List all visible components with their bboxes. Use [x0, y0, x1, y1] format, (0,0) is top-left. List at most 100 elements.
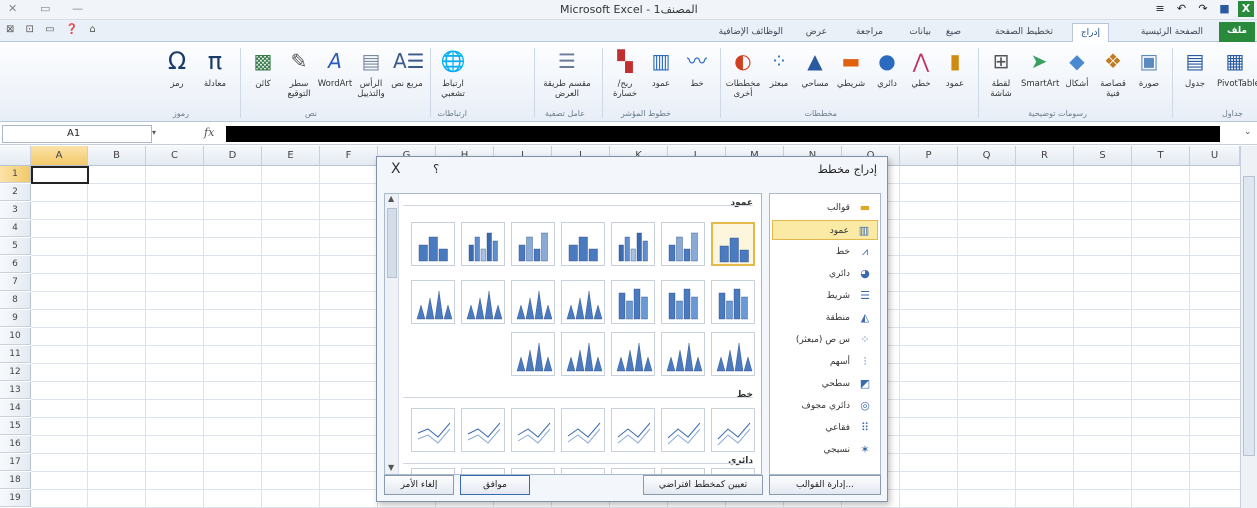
row-header[interactable]: 15 — [0, 418, 31, 435]
pivottable-button[interactable]: ▦ PivotTable — [1217, 46, 1257, 89]
scroll-thumb[interactable] — [1243, 176, 1255, 456]
chart-type-thumbnail[interactable] — [661, 222, 705, 266]
cancel-button[interactable]: إلغاء الأمر — [384, 475, 454, 495]
restore-window-icon[interactable]: ▭ — [40, 2, 50, 15]
chart-type-thumbnail[interactable] — [661, 408, 705, 452]
chart-category-item[interactable]: أسهم ⫶ — [772, 352, 878, 372]
tab-data[interactable]: بيانات — [901, 23, 939, 42]
scroll-down-icon[interactable]: ▼ — [388, 463, 394, 472]
chart-type-thumbnail[interactable] — [561, 280, 605, 324]
chart-category-item[interactable]: س ص (مبعثر) ⁘ — [772, 330, 878, 350]
chart-type-thumbnail[interactable] — [511, 280, 555, 324]
insert-function-icon[interactable]: fx — [204, 126, 214, 139]
sparkline-line-button[interactable]: 〰 خط — [679, 46, 715, 89]
header-footer-button[interactable]: ▤ الرأس والتذييل — [353, 46, 389, 99]
close-icon[interactable]: X — [391, 161, 401, 177]
tab-formulas[interactable]: صيغ — [938, 23, 969, 42]
column-header[interactable]: U — [1190, 146, 1240, 166]
name-box[interactable]: A1 — [2, 125, 152, 143]
row-header[interactable]: 10 — [0, 328, 31, 345]
chart-category-item[interactable]: شريط ☰ — [772, 286, 878, 306]
tab-insert[interactable]: إدراج — [1071, 23, 1109, 42]
active-cell[interactable] — [31, 166, 89, 184]
chart-type-thumbnail[interactable] — [511, 332, 555, 376]
chart-type-thumbnail[interactable] — [511, 222, 555, 266]
select-all-corner[interactable] — [0, 146, 31, 166]
set-default-chart-button[interactable]: تعيين كمخطط افتراضي — [643, 475, 763, 495]
hyperlink-button[interactable]: 🌐 ارتباط تشعبي — [435, 46, 471, 99]
tab-page-layout[interactable]: تخطيط الصفحة — [987, 23, 1061, 42]
chart-type-thumbnail[interactable] — [461, 408, 505, 452]
clip-art-button[interactable]: ❖ قصاصة فنية — [1095, 46, 1131, 99]
chart-category-item[interactable]: سطحي ◩ — [772, 374, 878, 394]
row-header[interactable]: 14 — [0, 400, 31, 417]
slicer-button[interactable]: ☰ مقسم طريقة العرض — [539, 46, 595, 99]
row-header[interactable]: 13 — [0, 382, 31, 399]
redo-icon[interactable]: ↷ — [1195, 1, 1211, 17]
bar-chart-button[interactable]: ▬ شريطي — [833, 46, 869, 89]
column-header[interactable]: P — [900, 146, 958, 166]
sparkline-column-button[interactable]: ▥ عمود — [643, 46, 679, 89]
row-header[interactable]: 19 — [0, 490, 31, 507]
column-header[interactable]: R — [1016, 146, 1074, 166]
column-header[interactable]: B — [88, 146, 146, 166]
column-chart-button[interactable]: ▮ عمود — [937, 46, 973, 89]
smartart-button[interactable]: ➤ SmartArt — [1021, 46, 1059, 89]
chart-category-item[interactable]: منطقة ◭ — [772, 308, 878, 328]
chart-type-thumbnail[interactable] — [511, 468, 555, 474]
chart-type-thumbnail[interactable] — [411, 280, 455, 324]
chart-category-item[interactable]: نسيجي ✶ — [772, 440, 878, 460]
picture-button[interactable]: ▣ صورة — [1131, 46, 1167, 89]
chart-type-thumbnail[interactable] — [411, 408, 455, 452]
object-button[interactable]: ▩ كائن — [245, 46, 281, 89]
minimize-window-icon[interactable]: — — [72, 2, 83, 15]
column-header[interactable]: F — [320, 146, 378, 166]
save-icon[interactable]: ■ — [1217, 1, 1233, 17]
tab-view[interactable]: عرض — [798, 23, 835, 42]
chart-type-thumbnail[interactable] — [561, 408, 605, 452]
chart-type-thumbnail[interactable] — [511, 408, 555, 452]
chart-type-thumbnail[interactable] — [461, 222, 505, 266]
chart-type-thumbnail[interactable] — [661, 468, 705, 474]
chart-type-thumbnail[interactable] — [561, 468, 605, 474]
column-header[interactable]: C — [146, 146, 204, 166]
customize-qat-icon[interactable]: ≡ — [1152, 1, 1168, 17]
undo-icon[interactable]: ↶ — [1174, 1, 1190, 17]
row-header[interactable]: 1 — [0, 166, 31, 183]
vertical-scrollbar[interactable] — [1240, 146, 1257, 508]
chart-type-thumbnail[interactable] — [711, 280, 755, 324]
row-header[interactable]: 5 — [0, 238, 31, 255]
row-header[interactable]: 4 — [0, 220, 31, 237]
chart-category-item[interactable]: عمود ▥ — [772, 220, 878, 240]
column-header[interactable]: A — [31, 146, 88, 166]
chart-type-thumbnail[interactable] — [611, 222, 655, 266]
expand-formula-bar-icon[interactable]: ⌄ — [1244, 127, 1252, 137]
area-chart-button[interactable]: ▲ مساحي — [797, 46, 833, 89]
text-box-button[interactable]: A☰ مربع نص — [389, 46, 425, 89]
chart-category-item[interactable]: دائري مجوف ◎ — [772, 396, 878, 416]
row-header[interactable]: 7 — [0, 274, 31, 291]
symbol-button[interactable]: Ω رمز — [159, 46, 195, 89]
row-header[interactable]: 6 — [0, 256, 31, 273]
chart-category-item[interactable]: فقاعي ⠿ — [772, 418, 878, 438]
row-header[interactable]: 16 — [0, 436, 31, 453]
chart-type-thumbnail[interactable] — [661, 280, 705, 324]
row-header[interactable]: 2 — [0, 184, 31, 201]
chart-category-item[interactable]: قوالب ▬ — [772, 198, 878, 218]
chart-type-thumbnail[interactable] — [611, 280, 655, 324]
row-header[interactable]: 12 — [0, 364, 31, 381]
chart-type-thumbnail[interactable] — [611, 468, 655, 474]
column-header[interactable]: Q — [958, 146, 1016, 166]
formula-input[interactable] — [226, 126, 1220, 142]
chart-type-thumbnail[interactable] — [411, 222, 455, 266]
line-chart-button[interactable]: ⋀ خطي — [903, 46, 939, 89]
manage-templates-button[interactable]: إدارة القوالب... — [769, 475, 881, 495]
chart-category-item[interactable]: دائري ◕ — [772, 264, 878, 284]
pie-chart-button[interactable]: ● دائري — [869, 46, 905, 89]
chart-type-thumbnail[interactable] — [711, 408, 755, 452]
row-header[interactable]: 8 — [0, 292, 31, 309]
chart-type-thumbnail[interactable] — [711, 332, 755, 376]
column-header[interactable]: T — [1132, 146, 1190, 166]
other-charts-button[interactable]: ◐ مخططات أخرى — [725, 46, 761, 99]
row-header[interactable]: 18 — [0, 472, 31, 489]
